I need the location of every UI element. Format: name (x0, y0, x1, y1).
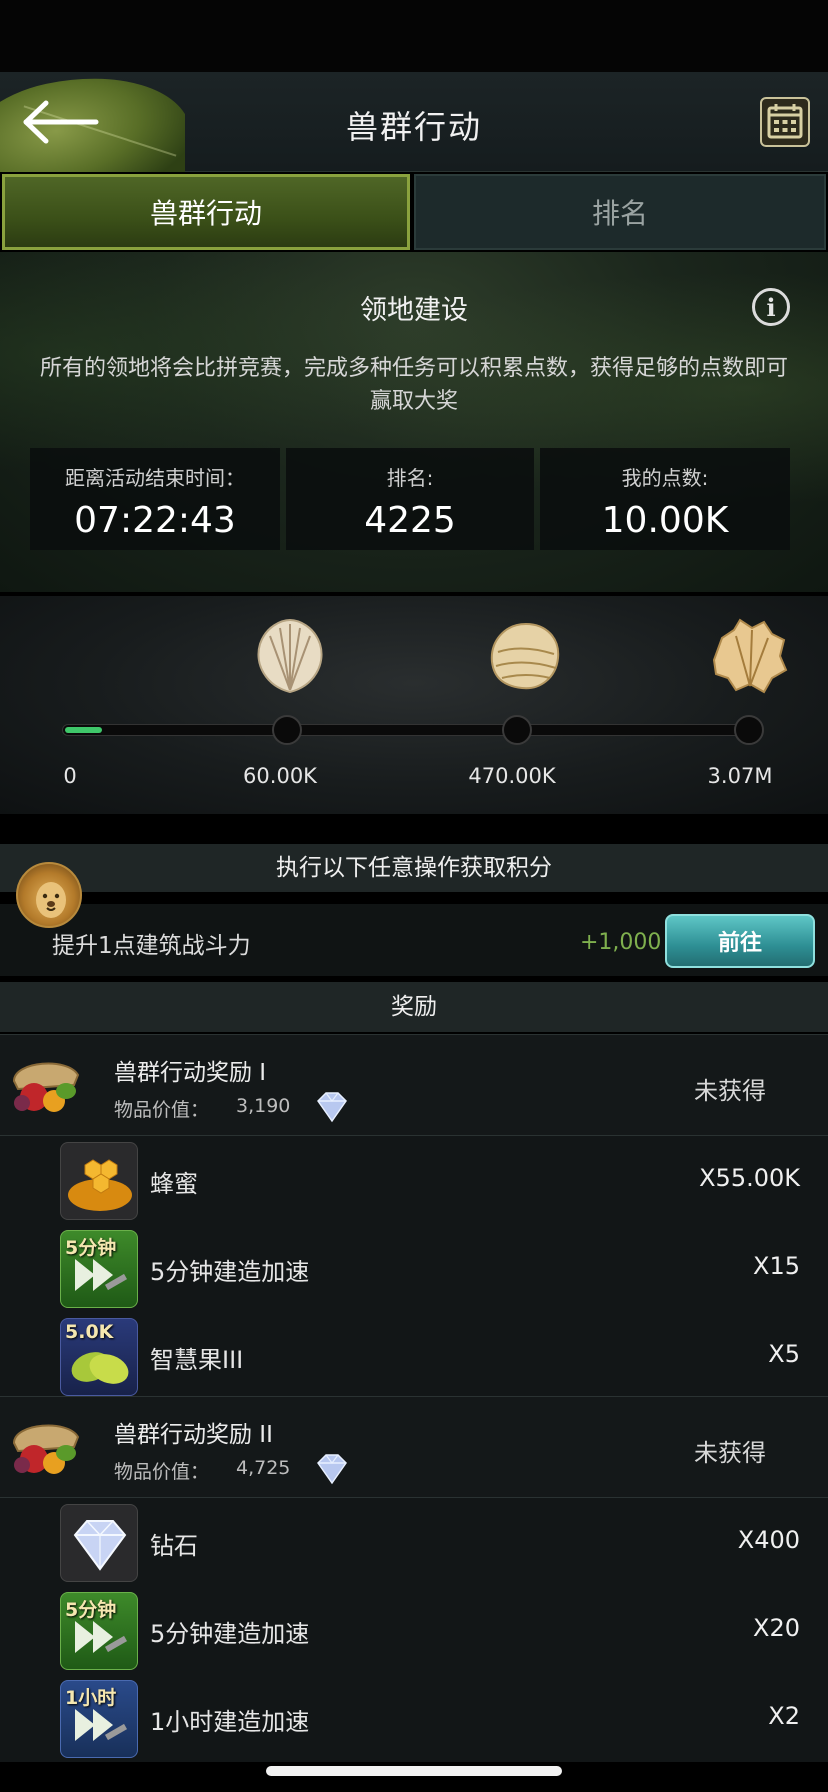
milestone-progress: 0 60.00K 470.00K 3.07M (0, 596, 828, 814)
item-qty: X2 (768, 1702, 800, 1730)
event-description: 所有的领地将会比拼竞赛，完成多种任务可以积累点数，获得足够的点数即可赢取大奖 (39, 356, 788, 414)
fruit-basket-icon (12, 1062, 80, 1112)
item-name: 1小时建造加速 (150, 1708, 310, 1736)
reward-item: 蜂蜜 X55.00K (0, 1136, 828, 1224)
item-qty: X55.00K (699, 1164, 800, 1192)
time-remaining-label: 距离活动结束时间： (65, 466, 245, 490)
ops-header: 执行以下任意操作获取积分 (0, 844, 828, 892)
item-name: 钻石 (150, 1532, 198, 1560)
page-title: 兽群行动 (345, 108, 482, 146)
item-name: 5分钟建造加速 (150, 1620, 310, 1648)
task-points: +1,000 (580, 930, 662, 955)
speedup-icon: 5分钟 (60, 1230, 138, 1308)
tab-beast-action[interactable]: 兽群行动 (2, 174, 410, 250)
points-value: 10.00K (601, 500, 729, 541)
rank-value: 4225 (364, 500, 456, 541)
shell-reward-2-icon[interactable] (482, 616, 566, 696)
item-name: 智慧果III (150, 1346, 244, 1374)
time-remaining-box: 距离活动结束时间： 07:22:43 (30, 448, 280, 550)
time-remaining-value: 07:22:43 (74, 500, 236, 541)
go-button[interactable]: 前往 (665, 914, 815, 968)
header-bar: 兽群行动 (0, 72, 828, 172)
shell-reward-1-icon[interactable] (248, 616, 332, 696)
tier-value: 3,190 (236, 1095, 291, 1117)
reward-item: 钻石 X400 (0, 1498, 828, 1586)
tier-status: 未获得 (694, 1077, 766, 1105)
fruit-basket-icon (12, 1424, 80, 1474)
rank-label: 排名: (386, 466, 434, 490)
tier-value-label: 物品价值： (114, 1099, 210, 1121)
milestone-label: 470.00K (468, 764, 556, 788)
reward-tier-2[interactable]: 兽群行动奖励 II 物品价值： 4,725 未获得 (0, 1396, 828, 1498)
tier-value-label: 物品价值： (114, 1461, 210, 1483)
tab-ranking[interactable]: 排名 (414, 174, 826, 250)
home-indicator[interactable] (266, 1766, 562, 1776)
item-qty: X15 (753, 1252, 800, 1280)
milestone-node (734, 715, 764, 745)
calendar-button[interactable] (760, 97, 810, 147)
milestone-label: 0 (63, 764, 77, 788)
honeycomb-icon (60, 1142, 138, 1220)
task-label: 提升1点建筑战斗力 (52, 933, 251, 959)
icon-tag: 5分钟 (65, 1599, 117, 1621)
shell-reward-3-icon[interactable] (706, 616, 790, 696)
points-box: 我的点数: 10.00K (540, 448, 790, 550)
task-row: 提升1点建筑战斗力 +1,000 前往 (0, 904, 828, 976)
lion-avatar (16, 862, 82, 928)
milestone-label: 60.00K (243, 764, 317, 788)
reward-item: 5.0K 智慧果III X5 (0, 1312, 828, 1400)
item-name: 5分钟建造加速 (150, 1258, 310, 1286)
speedup-icon: 5分钟 (60, 1592, 138, 1670)
diamond-icon (317, 1092, 347, 1123)
item-qty: X5 (768, 1340, 800, 1368)
rewards-header: 奖励 (0, 982, 828, 1032)
tier-title: 兽群行动奖励 II (114, 1422, 273, 1448)
item-qty: X400 (737, 1526, 800, 1554)
wisdom-fruit-icon: 5.0K (60, 1318, 138, 1396)
item-name: 蜂蜜 (150, 1170, 198, 1198)
progress-fill (65, 727, 102, 733)
points-label: 我的点数: (621, 466, 709, 490)
tier-title: 兽群行动奖励 I (114, 1060, 267, 1086)
icon-tag: 1小时 (65, 1687, 117, 1709)
reward-tier-1[interactable]: 兽群行动奖励 I 物品价值： 3,190 未获得 (0, 1034, 828, 1136)
calendar-icon (767, 104, 803, 139)
tab-bar: 兽群行动 排名 (0, 174, 828, 250)
milestone-node (502, 715, 532, 745)
item-qty: X20 (753, 1614, 800, 1642)
info-icon[interactable]: i (752, 288, 790, 326)
tier-status: 未获得 (694, 1439, 766, 1467)
reward-item: 5分钟 5分钟建造加速 X20 (0, 1586, 828, 1674)
progress-track (62, 724, 762, 736)
milestone-label: 3.07M (707, 764, 773, 788)
milestone-node (272, 715, 302, 745)
diamond-icon (60, 1504, 138, 1582)
icon-tag: 5.0K (65, 1321, 114, 1343)
diamond-icon (317, 1454, 347, 1485)
tier-value: 4,725 (236, 1457, 291, 1479)
reward-item: 5分钟 5分钟建造加速 X15 (0, 1224, 828, 1312)
speedup-icon: 1小时 (60, 1680, 138, 1758)
icon-tag: 5分钟 (65, 1237, 117, 1259)
reward-item: 1小时 1小时建造加速 X2 (0, 1674, 828, 1762)
event-title: 领地建设 (360, 295, 468, 326)
status-bar (0, 0, 828, 72)
rank-box: 排名: 4225 (286, 448, 534, 550)
